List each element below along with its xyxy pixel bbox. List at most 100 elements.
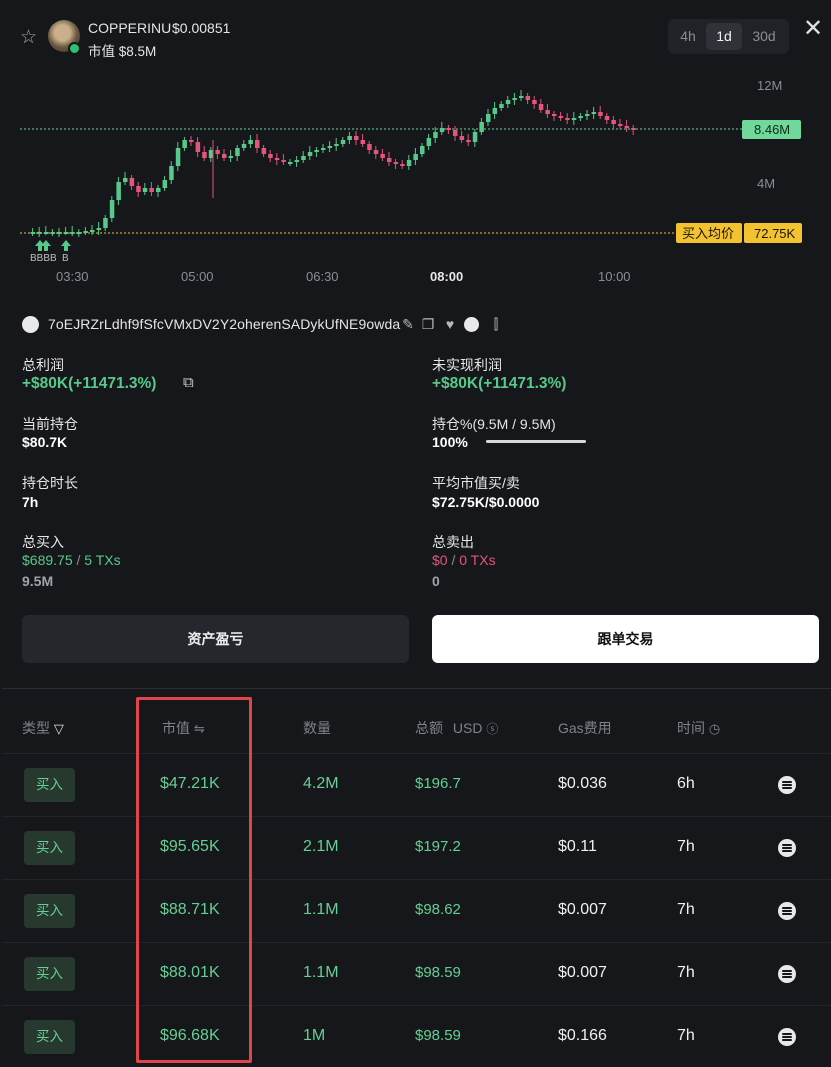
candle-body: [380, 154, 385, 158]
timeframe-1d[interactable]: 1d: [706, 23, 742, 50]
timeframe-selector: 4h 1d 30d: [668, 19, 789, 54]
candle-body: [169, 166, 174, 180]
wallet-address[interactable]: 7oEJRZrLdhf9fSfcVMxDV2Y2oherenSADykUfNE9…: [48, 316, 400, 332]
candle-body: [492, 108, 498, 114]
solana-explorer-icon[interactable]: [778, 1028, 796, 1046]
table-row[interactable]: 买入 $88.01K 1.1M $98.59 $0.007 7h: [2, 942, 831, 1005]
candle-body: [525, 96, 531, 100]
candle-body: [142, 188, 148, 192]
candle-body: [70, 232, 75, 234]
candle-body: [63, 232, 69, 234]
timeframe-4h[interactable]: 4h: [673, 23, 703, 50]
candle-body: [189, 140, 194, 142]
candle-body: [96, 228, 102, 230]
candle-body: [37, 232, 42, 234]
candle-body: [255, 140, 260, 148]
candle-body: [288, 162, 293, 164]
token-header: ☆ COPPERINU $0.00851 市值 $8.5M 4h 1d 30d …: [2, 0, 831, 70]
gas-cell: $0.007: [558, 901, 607, 918]
copy-icon[interactable]: ❐: [420, 316, 436, 332]
avg-buy-value: 72.75K: [754, 226, 796, 241]
avg-mcap-value: $72.75K/$0.0000: [432, 494, 540, 510]
heart-icon[interactable]: ♥: [442, 316, 458, 332]
holding-pct-bar: [486, 440, 586, 443]
amount-cell: 1M: [303, 1027, 326, 1044]
header-total: 总额 USD ⓢ: [415, 718, 498, 738]
candle-body: [354, 136, 359, 140]
table-row[interactable]: 买入 $47.21K 4.2M $196.7 $0.036 6h: [2, 753, 831, 816]
token-name: COPPERINU: [88, 20, 172, 36]
solana-explorer-icon[interactable]: [778, 776, 796, 794]
total-sell-usd: $0: [432, 552, 448, 568]
header-type[interactable]: 类型 ▽: [22, 718, 64, 738]
solana-icon: [464, 317, 479, 332]
trade-type-badge: 买入: [24, 1020, 75, 1054]
close-icon[interactable]: ✕: [802, 17, 824, 41]
candle-body: [446, 128, 451, 130]
table-row[interactable]: 买入 $88.71K 1.1M $98.62 $0.007 7h: [2, 879, 831, 942]
edit-icon[interactable]: ✎: [400, 316, 416, 332]
solana-explorer-icon[interactable]: [778, 965, 796, 983]
clock-icon[interactable]: ◷: [709, 721, 720, 736]
total-buy-separator: /: [76, 552, 81, 568]
candle-body: [103, 218, 108, 228]
candle-body: [274, 158, 280, 160]
header-gas: Gas费用: [558, 720, 612, 736]
favorite-star-icon[interactable]: ☆: [20, 28, 40, 48]
candle-body: [631, 128, 636, 130]
external-link-icon[interactable]: ⧉: [183, 374, 194, 391]
candle-body: [109, 200, 115, 218]
x-tick-label: 03:30: [56, 269, 89, 284]
table-row[interactable]: 买入 $95.65K 2.1M $197.2 $0.11 7h: [2, 816, 831, 879]
candle-body: [571, 118, 577, 120]
verified-badge-icon: [68, 42, 81, 55]
amount-cell: 1.1M: [303, 901, 339, 918]
trade-type-badge: 买入: [24, 894, 75, 928]
candle-body: [222, 154, 227, 158]
candle-body: [90, 230, 95, 232]
table-row[interactable]: 买入 $96.68K 1M $98.59 $0.166 7h: [2, 1005, 831, 1067]
candle-body: [360, 140, 366, 144]
candle-body: [532, 100, 537, 104]
solana-explorer-icon[interactable]: [778, 902, 796, 920]
candle-body: [433, 132, 438, 138]
candle-body: [519, 96, 524, 98]
total-buy-summary: $689.75 / 5 TXs: [22, 552, 121, 568]
candle-body: [195, 142, 201, 152]
amount-cell: 2.1M: [303, 838, 339, 855]
candle-body: [248, 140, 253, 144]
trade-type-badge: 买入: [24, 768, 75, 802]
token-market-cap: 市值 $8.5M: [88, 44, 157, 59]
candles-icon[interactable]: ⫿: [488, 316, 504, 332]
copy-trade-button[interactable]: 跟单交易: [432, 615, 819, 663]
x-tick-label: 08:00: [430, 269, 463, 284]
candle-body: [307, 152, 313, 156]
candle-body: [76, 232, 82, 234]
solana-explorer-icon[interactable]: [778, 839, 796, 857]
time-cell: 7h: [677, 838, 695, 855]
time-cell: 7h: [677, 901, 695, 918]
candle-body: [406, 160, 412, 166]
candle-body: [472, 132, 478, 142]
timeframe-30d[interactable]: 30d: [746, 23, 782, 50]
candle-body: [393, 162, 399, 164]
price-chart[interactable]: BBBB B 12M 4M 8.46M 买入均价 72.75K 03:30 05:00 06:30…: [20, 70, 820, 290]
gas-cell: $0.166: [558, 1027, 607, 1044]
pnl-button[interactable]: 资产盈亏: [22, 615, 409, 663]
candle-body: [136, 186, 141, 192]
buy-marker-label: BBBB: [30, 253, 57, 264]
candle-body: [565, 118, 570, 120]
candle-body: [558, 116, 564, 118]
candle-body: [215, 150, 220, 154]
candle-body: [347, 136, 352, 140]
candle-body: [235, 148, 240, 156]
candle-body: [30, 232, 36, 234]
total-buy-usd: $689.75: [22, 552, 73, 568]
candle-body: [182, 140, 187, 148]
gas-cell: $0.11: [558, 838, 597, 855]
currency-toggle-icon[interactable]: ⓢ: [486, 722, 498, 736]
candle-body: [123, 178, 128, 182]
filter-icon[interactable]: ▽: [54, 721, 64, 736]
candle-body: [598, 112, 603, 116]
header-total-unit: USD: [452, 720, 483, 736]
